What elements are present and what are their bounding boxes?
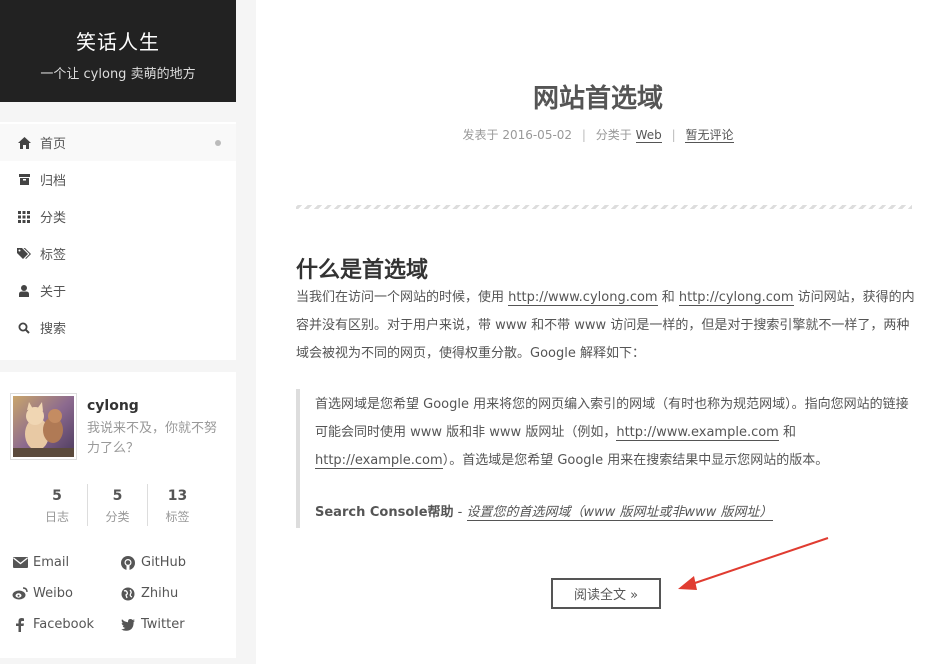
- social-link-email[interactable]: Email: [12, 554, 120, 571]
- home-icon: [17, 136, 31, 150]
- menu-label: 归档: [40, 174, 67, 189]
- link-www-example[interactable]: http://www.example.com: [616, 425, 779, 441]
- post-category-prefix: 分类于: [595, 128, 632, 142]
- social-links: Email GitHub Weibo Zhihu Facebook Twitte…: [12, 554, 222, 633]
- stat-count: 5: [112, 488, 123, 504]
- author-profile: cylong 我说来不及，你就不努力了么？ 5 日志 5 分类 13 标签 Em…: [0, 372, 236, 658]
- active-indicator: [215, 140, 221, 146]
- globe-icon: [120, 587, 136, 601]
- menu-item-search[interactable]: 搜索: [0, 309, 236, 346]
- site-nav: 首页 归档 分类 标签 关于 搜索: [0, 122, 236, 360]
- menu-label: 标签: [40, 248, 67, 263]
- section-heading: 什么是首选域: [296, 258, 429, 283]
- avatar: [10, 393, 77, 460]
- social-link-twitter[interactable]: Twitter: [120, 616, 222, 633]
- citation-source: Search Console帮助: [315, 505, 454, 520]
- stat-label: 分类: [105, 510, 130, 524]
- site-subtitle: 一个让 cylong 卖萌的地方: [40, 67, 196, 82]
- post-title[interactable]: 网站首选域: [256, 78, 940, 115]
- social-label: GitHub: [141, 555, 187, 570]
- quote-segment: 首选网域是您希望 Google 用来将您的网页编入索引的网域（有时也称为规范网域…: [315, 397, 909, 440]
- site-brand: 笑话人生 一个让 cylong 卖萌的地方: [0, 0, 236, 102]
- menu-item-home[interactable]: 首页: [0, 124, 236, 161]
- citation-separator: -: [453, 505, 467, 520]
- menu-label: 关于: [40, 285, 67, 300]
- weibo-icon: [12, 587, 28, 601]
- quote-text: 首选网域是您希望 Google 用来将您的网页编入索引的网域（有时也称为规范网域…: [315, 391, 914, 475]
- social-label: Email: [33, 555, 70, 570]
- social-link-zhihu[interactable]: Zhihu: [120, 585, 222, 602]
- author-name: cylong: [87, 398, 139, 414]
- social-link-weibo[interactable]: Weibo: [12, 585, 120, 602]
- sidebar: 笑话人生 一个让 cylong 卖萌的地方 首页 归档 分类 标签 关于 搜索 …: [0, 0, 236, 664]
- post-category-link[interactable]: Web: [635, 128, 662, 143]
- post-comments-link[interactable]: 暂无评论: [685, 128, 734, 143]
- link-example[interactable]: http://example.com: [315, 453, 443, 469]
- meta-separator: |: [671, 128, 676, 142]
- github-icon: [120, 555, 136, 570]
- site-stats: 5 日志 5 分类 13 标签: [27, 484, 207, 526]
- menu-label: 首页: [40, 137, 67, 152]
- menu-item-categories[interactable]: 分类: [0, 198, 236, 235]
- social-label: Facebook: [33, 617, 95, 632]
- social-link-facebook[interactable]: Facebook: [12, 616, 120, 633]
- stat-posts[interactable]: 5 日志: [27, 484, 87, 526]
- social-label: Zhihu: [141, 586, 179, 601]
- facebook-icon: [12, 617, 28, 632]
- meta-separator: |: [581, 128, 586, 142]
- quote-segment: ）。首选域是您希望 Google 用来在搜索结果中显示您网站的版本。: [442, 453, 829, 468]
- menu-item-archive[interactable]: 归档: [0, 161, 236, 198]
- grid-icon: [17, 210, 31, 224]
- envelope-icon: [12, 556, 28, 570]
- social-label: Weibo: [33, 586, 73, 601]
- stat-label: 日志: [44, 510, 69, 524]
- citation-title: 设置您的首选网域（www 版网址或非www 版网址）: [466, 505, 773, 521]
- menu-item-about[interactable]: 关于: [0, 272, 236, 309]
- user-icon: [17, 284, 31, 298]
- archive-icon: [17, 173, 31, 187]
- blockquote: 首选网域是您希望 Google 用来将您的网页编入索引的网域（有时也称为规范网域…: [296, 389, 914, 528]
- quote-citation: Search Console帮助 - 设置您的首选网域（www 版网址或非www…: [315, 499, 914, 527]
- menu-item-tags[interactable]: 标签: [0, 235, 236, 272]
- post-paragraph: 当我们在访问一个网站的时候，使用 http://www.cylong.com 和…: [296, 284, 916, 368]
- citation-link[interactable]: 设置您的首选网域（www 版网址或非www 版网址）: [466, 505, 773, 521]
- site-title[interactable]: 笑话人生: [0, 26, 236, 55]
- post-divider: [296, 205, 912, 209]
- quote-segment: 和: [778, 425, 796, 440]
- stat-categories[interactable]: 5 分类: [87, 484, 147, 526]
- main-content: 网站首选域 发表于 2016-05-02 | 分类于 Web | 暂无评论 什么…: [256, 0, 940, 664]
- paragraph-text: 和: [657, 290, 679, 305]
- stat-count: 13: [167, 488, 188, 504]
- stat-tags[interactable]: 13 标签: [147, 484, 207, 526]
- read-more-button[interactable]: 阅读全文 »: [551, 578, 661, 609]
- social-label: Twitter: [141, 617, 185, 632]
- post-meta: 发表于 2016-05-02 | 分类于 Web | 暂无评论: [256, 126, 940, 143]
- link-cylong[interactable]: http://cylong.com: [678, 290, 794, 306]
- menu-label: 搜索: [40, 322, 67, 337]
- social-link-github[interactable]: GitHub: [120, 554, 222, 571]
- link-www-cylong[interactable]: http://www.cylong.com: [508, 290, 658, 306]
- twitter-icon: [120, 618, 136, 632]
- author-description: 我说来不及，你就不努力了么？: [87, 421, 218, 456]
- post-date: 发表于 2016-05-02: [462, 128, 573, 142]
- paragraph-text: 当我们在访问一个网站的时候，使用: [296, 290, 509, 305]
- search-icon: [17, 321, 31, 335]
- stat-count: 5: [52, 488, 62, 504]
- tags-icon: [17, 247, 31, 261]
- stat-label: 标签: [165, 510, 190, 524]
- menu-label: 分类: [40, 211, 67, 226]
